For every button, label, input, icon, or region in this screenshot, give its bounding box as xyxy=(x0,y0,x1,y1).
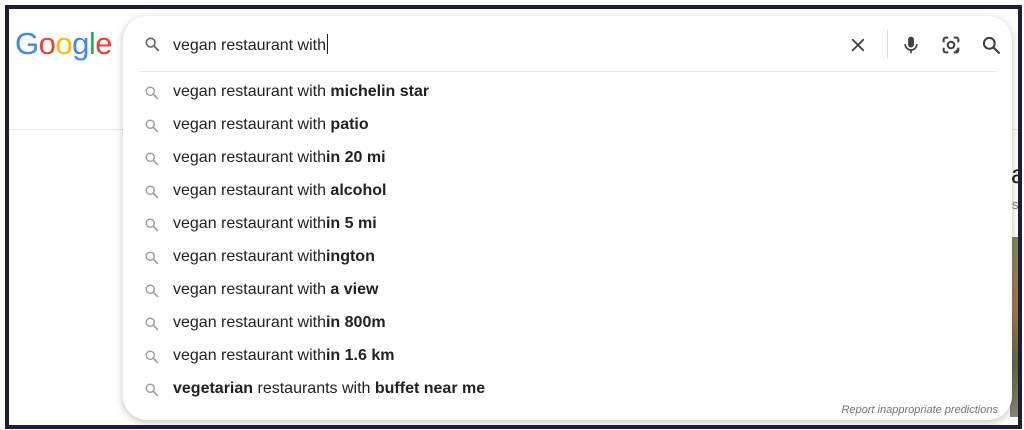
suggestion-item[interactable]: vegan restaurant with alcohol xyxy=(123,175,1012,208)
suggestion-item[interactable]: vegan restaurant within 800m xyxy=(123,307,1012,340)
search-bar[interactable]: vegan restaurant with xyxy=(123,16,1012,70)
suggestion-item[interactable]: vegan restaurant within 1.6 km xyxy=(123,340,1012,373)
suggestion-completion: vegetarian xyxy=(173,380,254,397)
suggestion-completion: in 1.6 km xyxy=(325,347,395,364)
suggestion-text: vegan restaurant within 800m xyxy=(173,314,386,332)
suggestion-query-part: vegan restaurant with xyxy=(173,314,326,331)
suggestion-completion: buffet near me xyxy=(374,380,486,397)
report-predictions-link[interactable]: Report inappropriate predictions xyxy=(841,404,998,416)
search-divider xyxy=(139,71,996,72)
suggestion-query-part: restaurants with xyxy=(253,380,375,397)
suggestion-text: vegan restaurant with a view xyxy=(173,281,378,299)
suggestion-query-part: vegan restaurant with xyxy=(173,281,331,298)
suggestion-query-part: vegan restaurant with xyxy=(173,215,326,232)
logo-letter: g xyxy=(72,26,89,61)
mic-icon[interactable] xyxy=(899,33,923,57)
suggestion-text: vegan restaurant with patio xyxy=(173,116,369,134)
suggestion-item[interactable]: vegetarian restaurants with buffet near … xyxy=(123,373,1012,406)
suggestion-item[interactable]: vegan restaurant with michelin star xyxy=(123,76,1012,109)
suggestion-query-part: vegan restaurant with xyxy=(173,116,331,133)
suggestion-item[interactable]: vegan restaurant within 20 mi xyxy=(123,142,1012,175)
suggestion-query-part: vegan restaurant with xyxy=(173,347,326,364)
logo-letter: G xyxy=(15,26,39,61)
suggestion-item[interactable]: vegan restaurant within 5 mi xyxy=(123,208,1012,241)
suggestion-text: vegan restaurant within 1.6 km xyxy=(173,347,394,365)
search-icon xyxy=(144,85,159,105)
action-separator xyxy=(887,30,888,58)
suggestion-list: vegan restaurant with michelin star vegan… xyxy=(123,76,1012,406)
suggestion-text: vegan restaurant within 20 mi xyxy=(173,149,386,167)
suggestion-text: vegetarian restaurants with buffet near … xyxy=(173,380,485,398)
text-caret xyxy=(326,34,328,54)
search-icon xyxy=(144,316,159,336)
suggestion-item[interactable]: vegan restaurant with patio xyxy=(123,109,1012,142)
suggestion-query-part: vegan restaurant with xyxy=(173,182,331,199)
search-submit-icon[interactable] xyxy=(979,33,1003,57)
search-icon xyxy=(144,217,159,237)
suggestion-text: vegan restaurant within 5 mi xyxy=(173,215,377,233)
search-icon xyxy=(144,382,159,402)
search-input[interactable]: vegan restaurant with xyxy=(173,34,328,55)
suggestion-completion: in 20 mi xyxy=(325,149,386,166)
suggestion-query-part: vegan restaurant with xyxy=(173,149,326,166)
suggestion-text: vegan restaurant withington xyxy=(173,248,375,266)
search-icon xyxy=(144,349,159,369)
logo-letter: o xyxy=(38,26,56,61)
search-icon xyxy=(144,151,159,171)
clear-icon[interactable] xyxy=(846,33,870,57)
search-icon xyxy=(144,283,159,303)
search-suggestion-dropdown: vegan restaurant with vegan restaurant w… xyxy=(123,16,1012,420)
search-input-value: vegan restaurant with xyxy=(173,37,326,54)
screenshot-frame: Google a s vegan restaurant with xyxy=(5,5,1022,429)
suggestion-completion: ington xyxy=(325,248,375,265)
search-icon xyxy=(144,184,159,204)
search-icon xyxy=(144,118,159,138)
clipped-result-subtext: s xyxy=(1012,197,1019,212)
suggestion-text: vegan restaurant with alcohol xyxy=(173,182,386,200)
search-icon xyxy=(144,36,160,57)
suggestion-query-part: vegan restaurant with xyxy=(173,248,326,265)
clipped-result-letter: a xyxy=(1011,159,1018,190)
suggestion-completion: in 5 mi xyxy=(325,215,377,232)
suggestion-completion: patio xyxy=(330,116,369,133)
logo-letter: o xyxy=(55,26,73,61)
suggestion-completion: a view xyxy=(330,281,379,298)
suggestion-completion: in 800m xyxy=(325,314,386,331)
google-logo[interactable]: Google xyxy=(15,26,113,62)
suggestion-text: vegan restaurant with michelin star xyxy=(173,83,429,101)
lens-icon[interactable] xyxy=(939,33,963,57)
suggestion-item[interactable]: vegan restaurant with a view xyxy=(123,274,1012,307)
logo-letter: e xyxy=(95,26,113,61)
suggestion-completion: michelin star xyxy=(330,83,430,100)
suggestion-completion: alcohol xyxy=(330,182,387,199)
suggestion-item[interactable]: vegan restaurant withington xyxy=(123,241,1012,274)
suggestion-query-part: vegan restaurant with xyxy=(173,83,331,100)
search-icon xyxy=(144,250,159,270)
